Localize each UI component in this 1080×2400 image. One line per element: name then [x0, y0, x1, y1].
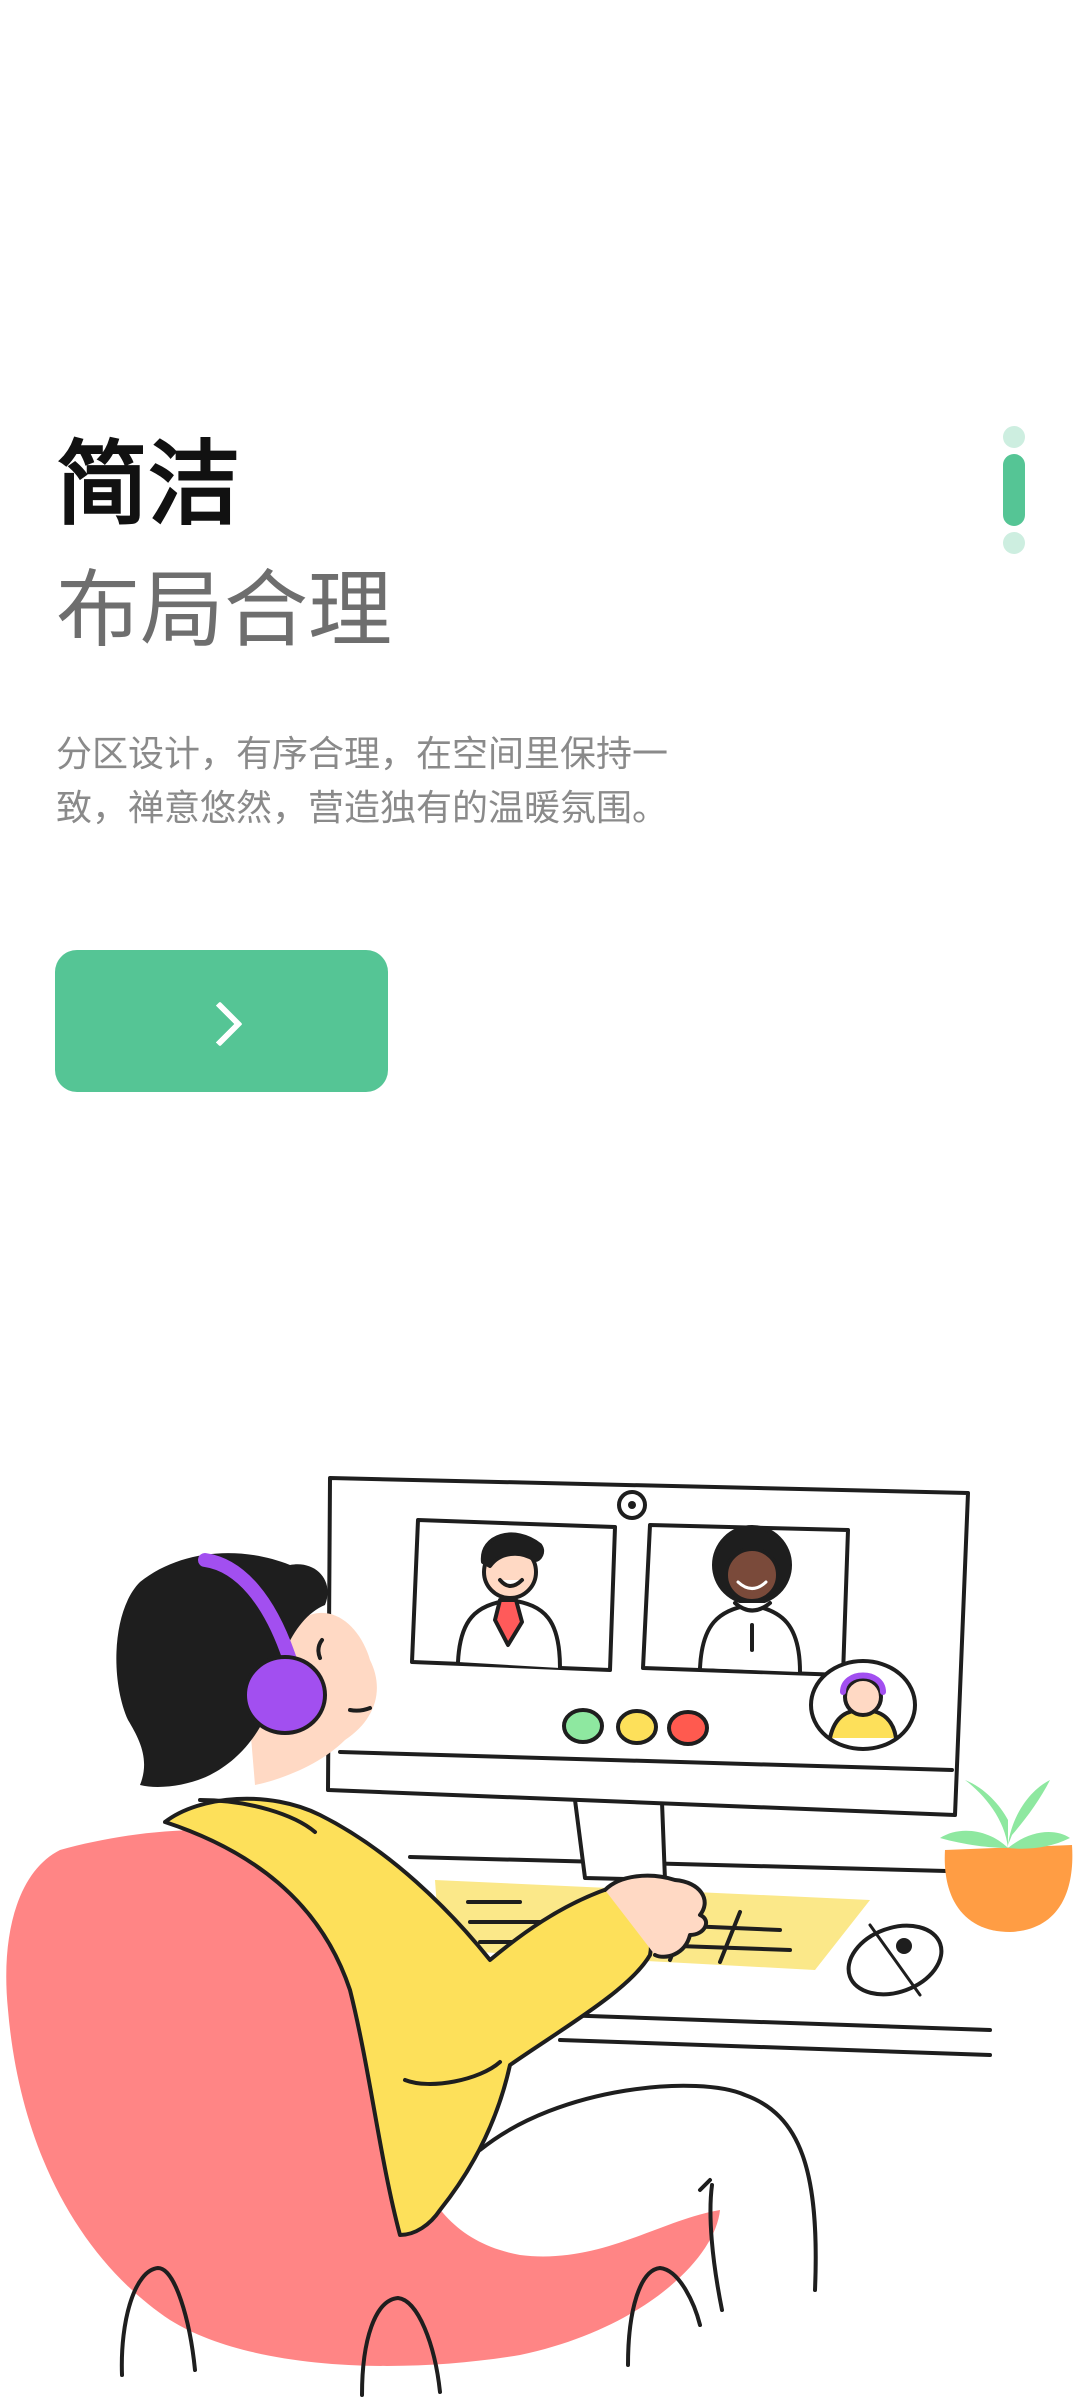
page-indicator-dot [1003, 426, 1025, 448]
page-subtitle: 布局合理 [56, 561, 393, 659]
onboarding-screen: 简洁 布局合理 分区设计，有序合理，在空间里保持一致，禅意悠然，营造独有的温暖氛… [0, 0, 1080, 2400]
call-controls [562, 1708, 709, 1746]
video-tile-participant-2 [641, 1523, 850, 1677]
page-indicator-dot [1003, 532, 1025, 554]
video-tile-participant-1 [410, 1518, 617, 1672]
page-description: 分区设计，有序合理，在空间里保持一致，禅意悠然，营造独有的温暖氛围。 [56, 734, 669, 829]
page-indicator [1002, 426, 1026, 556]
self-view-thumbnail [809, 1659, 917, 1751]
video-call-illustration [6, 1476, 1073, 2397]
page-title: 简洁 [56, 431, 241, 538]
person-leg-front [708, 2183, 724, 2312]
chevron-right-icon [196, 1001, 243, 1047]
mouse [846, 1923, 944, 1997]
page-indicator-active [1003, 454, 1025, 526]
monitor-stand [573, 1798, 667, 1882]
next-button[interactable] [55, 950, 388, 1092]
potted-plant [940, 1780, 1073, 1932]
person-foot [698, 2178, 712, 2192]
